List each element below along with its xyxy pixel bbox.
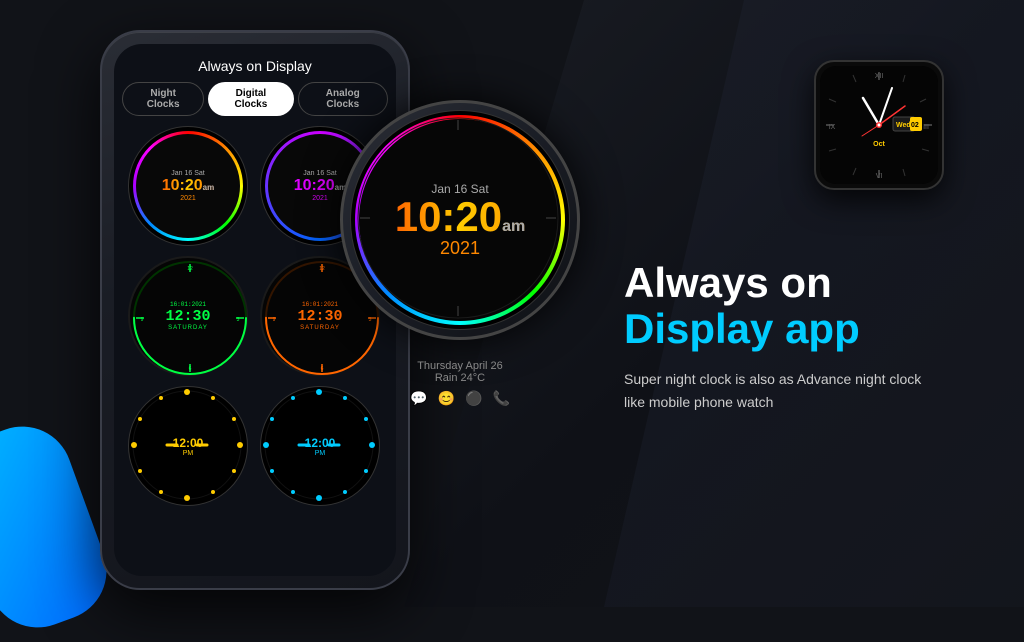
clock-rainbow[interactable]: Jan 16 Sat 10:20am 2021 [128,126,248,246]
svg-text:9: 9 [273,317,276,323]
right-content: Always on Display app Super night clock … [624,260,984,413]
svg-text:6: 6 [321,366,324,372]
clock-purple-date: Jan 16 Sat [294,170,346,177]
headline-line1: Always on [624,260,984,306]
large-watch-ring: Jan 16 Sat 10:20am 2021 [355,115,565,325]
clock-yellow-ampm: PM [173,450,204,457]
clock-do-time: 12:30 [297,308,342,325]
clock-dg-label: SATURDAY [165,325,210,331]
lw-year: 2021 [440,238,480,259]
watch-status-line2: Rain 24°C [340,372,580,384]
analog-outer: XII III VI IX Wed [814,60,944,190]
analog-watch: XII III VI IX Wed [814,60,944,190]
clock-dg-content: 16:01:2021 12:30 SATURDAY [165,301,210,331]
svg-text:02: 02 [911,122,919,129]
watch-status-line1: Thursday April 26 [340,360,580,372]
lw-time: 10:20am [395,196,526,238]
large-watch-outer: Jan 16 Sat 10:20am 2021 [340,100,580,340]
watch-icon-circle: ⚫ [465,390,482,407]
svg-text:6: 6 [189,366,192,372]
large-watch: Jan 16 Sat 10:20am 2021 [340,100,580,340]
clock-dg-time: 12:30 [165,308,210,325]
svg-text:Wed: Wed [896,122,911,129]
tab-digital-clocks[interactable]: Digital Clocks [208,82,293,116]
clock-cyan-content: 12:00 PM [305,436,336,457]
clock-cyan-time: 12:00 [305,436,336,450]
clock-rainbow-content: Jan 16 Sat 10:20am 2021 [162,170,214,202]
phone-screen-title: Always on Display [114,44,396,82]
clock-rainbow-date: Jan 16 Sat [162,170,214,177]
clock-yellow-time: 12:00 [173,436,204,450]
watch-icon-wechat: 💬 [410,390,427,407]
headline-line2: Display app [624,306,984,352]
watch-icon-phone: 📞 [492,390,509,407]
svg-text:9: 9 [141,317,144,323]
clock-purple-content: Jan 16 Sat 10:20am 2021 [294,170,346,202]
large-watch-ring-inner: Jan 16 Sat 10:20am 2021 [359,119,561,321]
watch-icons-row: 💬 😊 ⚫ 📞 [340,390,580,407]
clock-do-label: SATURDAY [297,325,342,331]
clock-digital-green[interactable]: 12 3 6 9 16:01:2021 12:30 SATURDAY [128,256,248,376]
tab-night-clocks[interactable]: Night Clocks [122,82,204,116]
watch-icon-face: 😊 [438,390,455,407]
clock-do-date: 16:01:2021 [297,301,342,308]
clock-rainbow-year: 2021 [162,195,214,202]
svg-text:12: 12 [187,266,193,272]
clock-rainbow-time: 10:20am [162,178,214,194]
clock-cyan-ampm: PM [305,450,336,457]
clock-purple-year: 2021 [294,195,346,202]
analog-face: XII III VI IX Wed [820,66,938,184]
clock-do-content: 16:01:2021 12:30 SATURDAY [297,301,342,331]
clock-purple-time: 10:20am [294,178,346,194]
subtext: Super night clock is also as Advance nig… [624,368,944,413]
clock-dg-date: 16:01:2021 [165,301,210,308]
clock-yellow-content: 12:00 PM [173,436,204,457]
svg-text:12: 12 [319,266,325,272]
svg-text:3: 3 [237,317,240,323]
svg-text:Oct: Oct [873,141,885,148]
clock-dots-yellow[interactable]: 12:00 PM [128,386,248,506]
large-watch-inner: Jan 16 Sat 10:20am 2021 [350,110,570,330]
watch-status: Thursday April 26 Rain 24°C 💬 😊 ⚫ 📞 [340,360,580,407]
